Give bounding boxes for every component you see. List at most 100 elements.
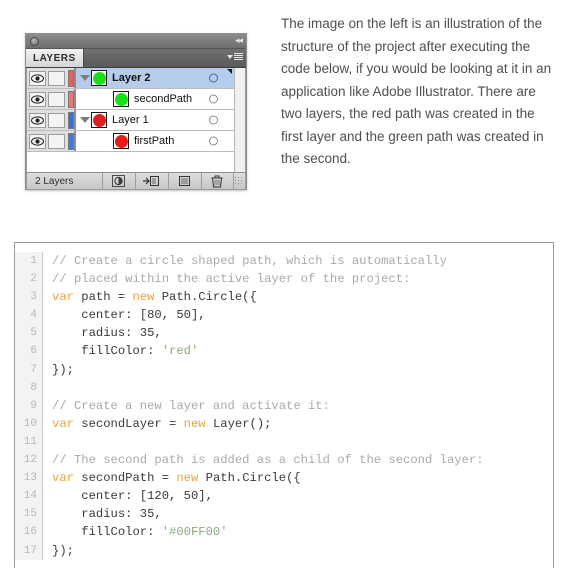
panel-menu-icon[interactable] [227,53,243,60]
layer-row[interactable]: secondPath [27,89,234,110]
layers-scrollbar[interactable] [234,68,245,172]
code-line: fillColor: 'red' [52,342,553,360]
empty-list-area [27,152,234,172]
disclosure-triangle-icon[interactable] [79,75,91,81]
new-sublayer-icon [143,176,159,186]
code-token: // placed within the active layer of the… [52,272,411,287]
code-line-number: 1 [30,255,37,267]
code-token: center: [80, 50], [52,308,206,323]
resize-grip-icon[interactable] [233,176,243,186]
lock-toggle[interactable] [48,112,65,128]
code-token: var [52,471,74,486]
code-token: var [52,416,74,431]
code-token: 'red' [161,344,199,359]
target-indicator[interactable] [209,94,218,104]
code-line: }); [52,542,553,560]
intro-paragraph: The image on the left is an illustration… [281,16,552,166]
code-line-number: 14 [23,490,37,503]
visibility-toggle[interactable] [29,91,46,107]
layer-color-strip [68,111,74,129]
layer-name-cell[interactable]: secondPath [75,89,234,109]
code-line: radius: 35, [52,324,553,342]
code-token: Layer(); [205,416,272,431]
code-line-number: 2 [30,273,37,286]
code-line-number: 16 [23,526,37,539]
double-chevron-left-icon[interactable]: ◂◂ [235,36,243,45]
top-section: ◂◂ LAYERS Layer 2 secondPath Layer 1 fir… [0,0,570,222]
path-thumbnail [113,91,129,107]
code-block[interactable]: 1 2 3 4 5 6 7 8 9 10 11 12 13 14 15 16 17 // Create a ci… [14,242,554,568]
tab-layers[interactable]: LAYERS [26,49,84,67]
code-token: path = [73,290,133,305]
code-line-numbers: 1 2 3 4 5 6 7 8 9 10 11 12 13 14 15 16 17 [15,252,43,560]
code-token: center: [120, 50], [52,489,213,504]
visibility-toggle[interactable] [29,112,46,128]
layers-panel[interactable]: ◂◂ LAYERS Layer 2 secondPath Layer 1 fir… [25,33,247,190]
target-indicator[interactable] [209,73,218,83]
layer-row[interactable]: firstPath [27,131,234,152]
code-token: }); [52,543,74,558]
delete-selection-button[interactable] [200,172,234,190]
code-line: var secondLayer = new Layer(); [52,415,553,433]
code-line-number: 15 [23,508,37,521]
create-new-layer-button[interactable] [167,172,201,190]
panel-titlebar[interactable]: ◂◂ [26,34,246,49]
row-controls [27,89,75,109]
code-line: }); [52,361,553,379]
layer-thumbnail [91,112,107,128]
code-line-number: 17 [23,544,37,557]
layer-rows: Layer 2 secondPath Layer 1 firstPath [27,68,234,172]
layer-row[interactable]: Layer 1 [27,110,234,131]
layer-thumbnail [91,70,107,86]
code-token: new [132,290,155,305]
code-line-number: 7 [30,363,37,376]
panel-tabbar[interactable]: LAYERS [26,49,246,68]
code-line: // The second path is added as a child o… [52,451,553,469]
footer-button-group [101,172,234,190]
visibility-toggle[interactable] [29,133,46,149]
layer-color-strip [68,132,74,150]
eye-icon [31,115,44,125]
code-token: fillColor: [52,344,162,359]
create-new-sublayer-button[interactable] [134,172,168,190]
row-controls [27,110,75,130]
code-line: fillColor: '#00FF00' [52,523,553,541]
target-indicator[interactable] [209,115,218,125]
code-token: new [176,471,199,486]
layers-list[interactable]: Layer 2 secondPath Layer 1 firstPath [26,68,246,172]
make-clipping-mask-button[interactable] [101,172,135,190]
selection-corner-icon [227,69,232,74]
layer-name-cell[interactable]: Layer 2 [75,68,234,88]
code-line-number: 8 [30,381,37,394]
layer-name-cell[interactable]: Layer 1 [75,110,234,130]
layer-count-label: 2 Layers [35,175,74,187]
chevron-down-icon [227,54,233,59]
layer-color-strip [68,69,74,87]
code-line: var secondPath = new Path.Circle({ [52,469,553,487]
layer-name-cell[interactable]: firstPath [75,131,234,151]
lock-toggle[interactable] [48,133,65,149]
panel-grip-dot-icon [30,36,39,46]
hamburger-icon [234,53,243,60]
code-token: fillColor: [52,525,162,540]
clipping-mask-icon [112,175,125,187]
code-token: var [52,290,74,305]
code-token: // The second path is added as a child o… [52,453,484,468]
target-indicator[interactable] [209,136,218,146]
layer-row[interactable]: Layer 2 [27,68,234,89]
disclosure-triangle-icon[interactable] [79,117,91,123]
lock-toggle[interactable] [48,91,65,107]
path-thumbnail [113,133,129,149]
layer-row-label: secondPath [134,93,193,105]
code-line-number: 4 [30,309,37,322]
eye-icon [31,136,44,146]
code-line: center: [80, 50], [52,306,553,324]
eye-icon [31,73,44,83]
row-controls [27,68,75,88]
lock-toggle[interactable] [48,70,65,86]
code-token: }); [52,362,74,377]
code-token: Path.Circle({ [198,471,301,486]
code-content[interactable]: // Create a circle shaped path, which is… [43,252,553,560]
visibility-toggle[interactable] [29,70,46,86]
